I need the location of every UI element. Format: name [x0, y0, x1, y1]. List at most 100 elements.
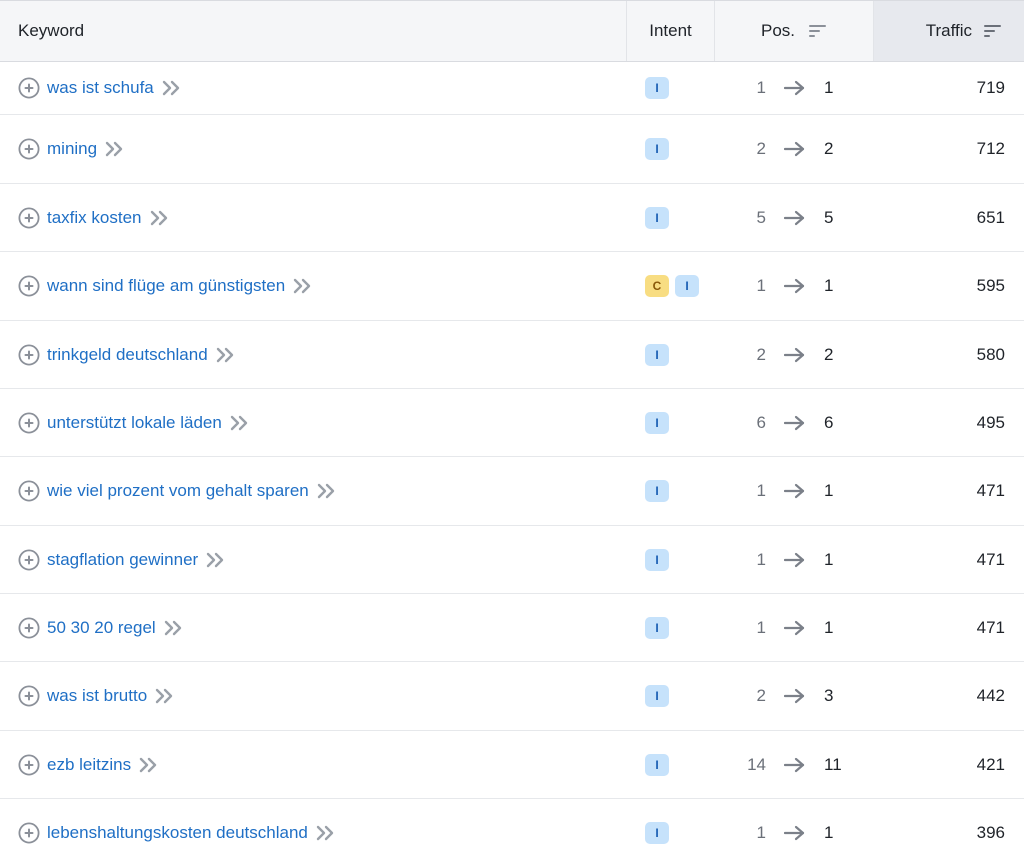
intent-badge-informational[interactable]: I — [645, 685, 669, 707]
sort-icon[interactable] — [809, 23, 827, 39]
traffic-cell: 595 — [976, 276, 1005, 295]
double-chevron-right-icon[interactable] — [317, 483, 337, 499]
intent-badge-informational[interactable]: I — [645, 343, 669, 366]
plus-circle-icon[interactable] — [18, 411, 40, 434]
intent-badge-informational[interactable]: I — [645, 206, 669, 229]
double-chevron-right-icon[interactable] — [105, 141, 125, 157]
keyword-link[interactable]: was ist brutto — [47, 686, 147, 706]
intent-badge-informational[interactable]: I — [645, 138, 669, 160]
intent-badge-informational[interactable]: I — [645, 411, 669, 434]
double-chevron-right-icon[interactable] — [230, 415, 250, 431]
table-row: unterstützt lokale läden I 6 6 495 — [0, 389, 1024, 457]
position-cell: 11 — [716, 799, 874, 866]
intent-badge-informational[interactable]: I — [675, 275, 699, 297]
plus-circle-icon[interactable] — [18, 275, 40, 297]
double-chevron-right-icon[interactable] — [216, 347, 236, 363]
double-chevron-right-icon[interactable] — [316, 825, 336, 841]
intent-cell: I — [645, 115, 725, 183]
column-header-keyword[interactable]: Keyword — [0, 1, 627, 61]
intent-badge-informational[interactable]: I — [645, 480, 669, 502]
keyword-cell: was ist schufa — [18, 62, 618, 114]
plus-circle-icon[interactable] — [18, 138, 40, 160]
arrow-right-icon — [784, 825, 805, 841]
keyword-link[interactable]: lebenshaltungskosten deutschland — [47, 823, 308, 843]
intent-cell: I — [645, 731, 725, 798]
position-previous: 14 — [747, 754, 766, 774]
position-current: 11 — [824, 754, 842, 774]
table-row: was ist brutto I 2 3 442 — [0, 662, 1024, 731]
double-chevron-right-icon[interactable] — [139, 757, 159, 773]
traffic-cell: 495 — [976, 412, 1005, 432]
position-current: 6 — [824, 412, 834, 432]
arrow-right-icon — [784, 80, 805, 96]
double-chevron-right-icon[interactable] — [206, 552, 226, 568]
intent-badge-informational[interactable]: I — [645, 822, 669, 844]
keyword-link[interactable]: taxfix kosten — [47, 208, 142, 228]
column-header-traffic[interactable]: Traffic — [874, 1, 1024, 61]
keyword-cell: was ist brutto — [18, 662, 618, 730]
intent-badge-informational[interactable]: I — [645, 616, 669, 639]
keyword-cell: mining — [18, 115, 618, 183]
plus-circle-icon[interactable] — [18, 822, 40, 844]
column-header-traffic-label: Traffic — [925, 21, 972, 40]
double-chevron-right-icon[interactable] — [155, 688, 175, 704]
keyword-link[interactable]: ezb leitzins — [47, 755, 131, 775]
arrow-right-icon — [784, 347, 805, 362]
keyword-link[interactable]: 50 30 20 regel — [47, 618, 156, 638]
table-row: taxfix kosten I 5 5 651 — [0, 184, 1024, 252]
keyword-link[interactable]: wann sind flüge am günstigsten — [47, 276, 285, 296]
plus-circle-icon[interactable] — [18, 206, 40, 229]
plus-circle-icon[interactable] — [18, 616, 40, 639]
sort-icon[interactable] — [984, 23, 1002, 39]
table-row: ezb leitzins I 14 11 421 — [0, 731, 1024, 799]
intent-badge-informational[interactable]: I — [645, 548, 669, 571]
traffic-cell: 651 — [976, 207, 1005, 227]
double-chevron-right-icon[interactable] — [150, 210, 170, 226]
intent-cell: I — [645, 62, 725, 114]
traffic-cell: 471 — [976, 617, 1005, 637]
column-header-pos-label: Pos. — [760, 21, 796, 40]
position-previous: 1 — [756, 823, 766, 842]
keyword-link[interactable]: mining — [47, 139, 97, 159]
keyword-link[interactable]: wie viel prozent vom gehalt sparen — [47, 481, 309, 501]
plus-circle-icon[interactable] — [18, 480, 40, 502]
keyword-link[interactable]: stagflation gewinner — [47, 550, 198, 570]
plus-circle-icon[interactable] — [18, 343, 40, 366]
intent-badge-informational[interactable]: I — [645, 753, 669, 776]
position-previous: 6 — [756, 412, 766, 432]
plus-circle-icon[interactable] — [18, 77, 40, 99]
keyword-link[interactable]: unterstützt lokale läden — [47, 413, 222, 433]
intent-badge-commercial[interactable]: C — [645, 275, 669, 297]
plus-circle-icon[interactable] — [18, 685, 40, 707]
position-cell: 11 — [716, 62, 874, 114]
arrow-right-icon — [784, 552, 805, 567]
position-previous: 2 — [756, 344, 766, 364]
traffic-cell: 442 — [976, 686, 1005, 705]
keyword-cell: taxfix kosten — [18, 184, 618, 251]
double-chevron-right-icon[interactable] — [293, 278, 313, 294]
double-chevron-right-icon[interactable] — [164, 620, 184, 636]
position-previous: 2 — [756, 139, 766, 158]
arrow-right-icon — [784, 483, 805, 499]
position-current: 5 — [824, 207, 834, 227]
arrow-right-icon — [784, 757, 805, 772]
table-row: wann sind flüge am günstigsten C I 1 1 595 — [0, 252, 1024, 321]
keyword-link[interactable]: trinkgeld deutschland — [47, 345, 208, 365]
plus-circle-icon[interactable] — [18, 548, 40, 571]
position-cell: 55 — [716, 184, 874, 251]
table-row: trinkgeld deutschland I 2 2 580 — [0, 321, 1024, 389]
column-header-intent[interactable]: Intent — [627, 1, 715, 61]
keyword-cell: 50 30 20 regel — [18, 594, 618, 661]
position-previous: 1 — [756, 276, 766, 295]
double-chevron-right-icon[interactable] — [162, 80, 182, 96]
plus-circle-icon[interactable] — [18, 753, 40, 776]
intent-cell: I — [645, 321, 725, 388]
arrow-right-icon — [784, 278, 805, 294]
keyword-link[interactable]: was ist schufa — [47, 78, 154, 98]
position-previous: 1 — [756, 78, 766, 97]
keyword-cell: ezb leitzins — [18, 731, 618, 798]
keyword-cell: stagflation gewinner — [18, 526, 618, 593]
position-current: 2 — [824, 139, 834, 158]
intent-badge-informational[interactable]: I — [645, 77, 669, 99]
column-header-pos[interactable]: Pos. — [715, 1, 874, 61]
